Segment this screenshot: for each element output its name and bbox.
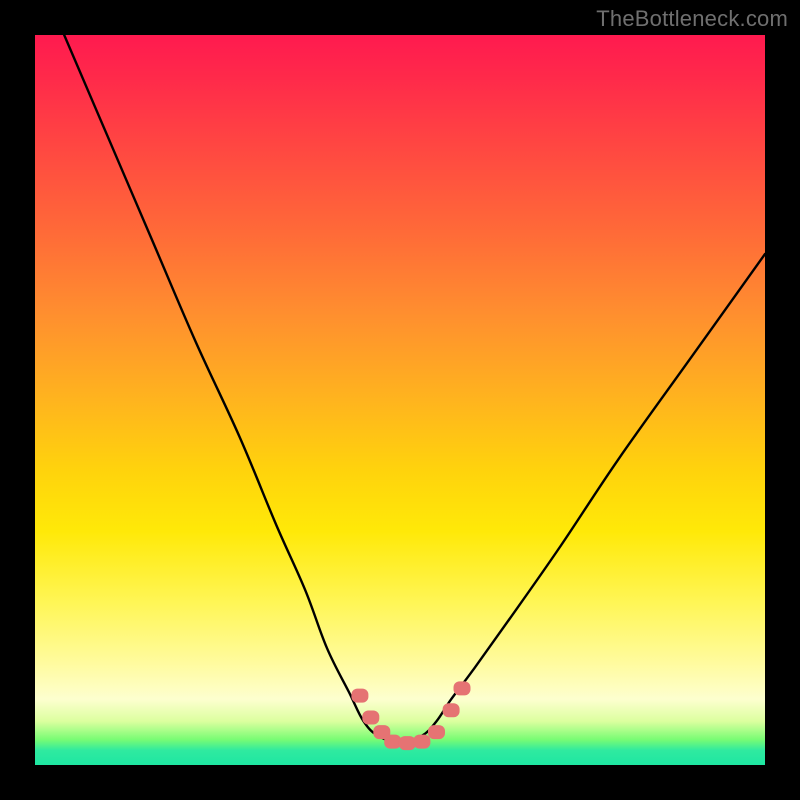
watermark-text: TheBottleneck.com [596,6,788,32]
highlight-marker [454,681,471,695]
highlight-markers [351,681,470,750]
bottleneck-curve [64,35,765,743]
chart-frame: TheBottleneck.com [0,0,800,800]
curve-layer [35,35,765,765]
highlight-marker [413,735,430,749]
highlight-marker [362,711,379,725]
highlight-marker [384,735,401,749]
highlight-marker [399,736,416,750]
highlight-marker [351,689,368,703]
highlight-marker [443,703,460,717]
highlight-marker [428,725,445,739]
plot-area [35,35,765,765]
